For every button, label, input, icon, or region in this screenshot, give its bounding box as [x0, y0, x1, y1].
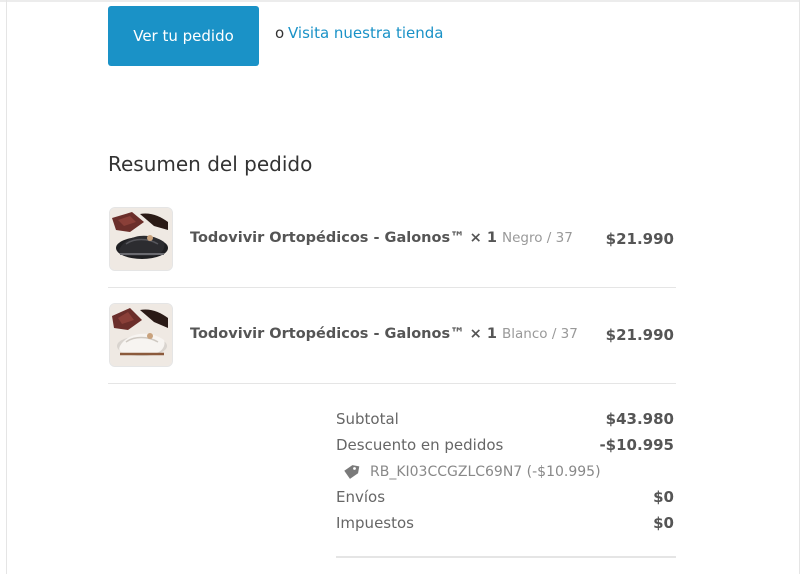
visit-store-link[interactable]: Visita nuestra tienda — [288, 24, 444, 42]
order-totals: Subtotal $43.980 Descuento en pedidos -$… — [336, 408, 676, 538]
taxes-value: $0 — [653, 514, 674, 532]
black-shoe-image — [109, 207, 173, 271]
item-variant: Negro / 37 — [502, 230, 573, 246]
item-variant: Blanco / 37 — [502, 326, 578, 342]
left-border — [6, 0, 7, 574]
shipping-row: Envíos $0 — [336, 486, 676, 512]
totals-divider — [336, 556, 676, 558]
item-name: Todovivir Ortopédicos - Galonos™ — [190, 230, 465, 246]
order-summary-title: Resumen del pedido — [108, 152, 313, 176]
item-name: Todovivir Ortopédicos - Galonos™ — [190, 326, 465, 342]
order-confirmation-email: Ver tu pedido o Visita nuestra tienda Re… — [0, 0, 800, 574]
taxes-row: Impuestos $0 — [336, 512, 676, 538]
top-border — [0, 0, 800, 2]
view-order-button[interactable]: Ver tu pedido — [108, 6, 259, 66]
item-description: Todovivir Ortopédicos - Galonos™ × 1 Neg… — [190, 230, 573, 246]
shipping-value: $0 — [653, 488, 674, 506]
discount-row: Descuento en pedidos -$10.995 — [336, 434, 676, 460]
tag-icon — [342, 464, 360, 486]
subtotal-row: Subtotal $43.980 — [336, 408, 676, 434]
white-shoe-image — [109, 303, 173, 367]
discount-code: RB_KI03CCGZLC69N7 (-$10.995) — [370, 464, 601, 480]
item-description: Todovivir Ortopédicos - Galonos™ × 1 Bla… — [190, 326, 578, 342]
subtotal-value: $43.980 — [605, 410, 674, 428]
cta-or-text: o — [275, 24, 285, 42]
subtotal-label: Subtotal — [336, 410, 399, 428]
item-price: $21.990 — [605, 326, 674, 344]
taxes-label: Impuestos — [336, 514, 414, 532]
order-item: Todovivir Ortopédicos - Galonos™ × 1 Neg… — [108, 191, 676, 288]
item-quantity: × 1 — [469, 230, 497, 246]
discount-label: Descuento en pedidos — [336, 436, 504, 454]
order-item: Todovivir Ortopédicos - Galonos™ × 1 Bla… — [108, 287, 676, 384]
shipping-label: Envíos — [336, 488, 386, 506]
item-quantity: × 1 — [469, 326, 497, 342]
discount-code-row: RB_KI03CCGZLC69N7 (-$10.995) — [336, 460, 676, 486]
item-price: $21.990 — [605, 230, 674, 248]
discount-value: -$10.995 — [599, 436, 674, 454]
